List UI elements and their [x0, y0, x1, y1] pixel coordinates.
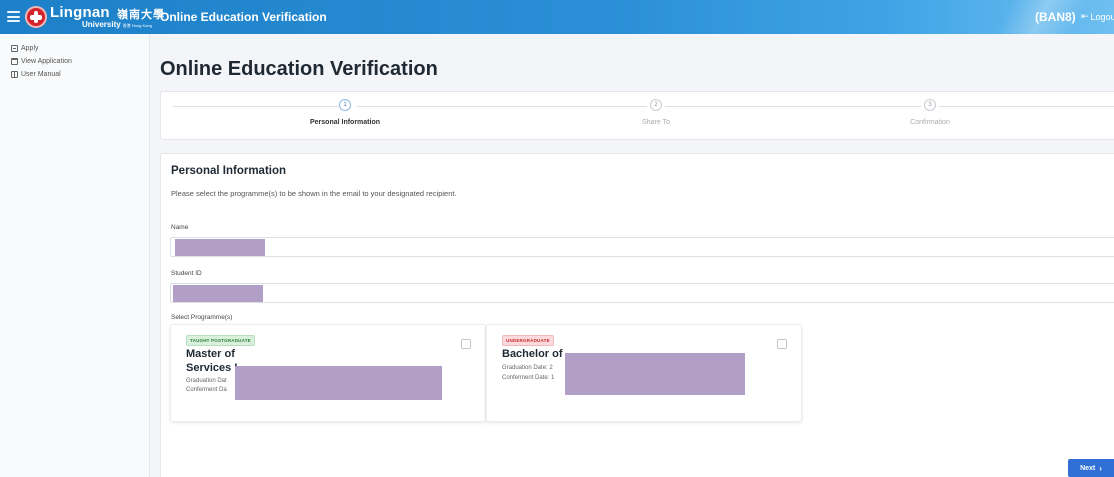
logo-subtitle-small: 香港 Hong Kong — [122, 23, 152, 28]
section-title: Personal Information — [171, 165, 287, 177]
step-confirmation: 3 Confirmation — [870, 92, 990, 126]
next-label: Next — [1080, 464, 1096, 472]
programme-checkbox[interactable] — [777, 339, 787, 349]
sidebar-item-label: Apply — [21, 45, 39, 52]
redacted-programme-details — [565, 353, 745, 395]
sidebar-item-user-manual[interactable]: User Manual — [0, 69, 149, 80]
sidebar: Apply View Application User Manual — [0, 34, 150, 477]
view-application-icon — [11, 58, 18, 65]
step-number: 1 — [339, 99, 351, 111]
redacted-name — [175, 239, 265, 256]
sidebar-item-label: User Manual — [21, 71, 61, 78]
conferment-date: Conferment Date: 1 — [502, 375, 555, 381]
logout-icon: ⇤ — [1081, 11, 1089, 21]
section-description: Please select the programme(s) to be sho… — [171, 189, 457, 198]
name-field[interactable] — [170, 237, 1114, 257]
student-id-label: Student ID — [171, 270, 202, 277]
name-label: Name — [171, 224, 189, 231]
app-title: Online Education Verification — [160, 10, 327, 24]
logout-label: Logou — [1090, 11, 1114, 22]
student-id-field[interactable] — [170, 283, 1114, 303]
university-logo-icon — [25, 6, 47, 28]
sidebar-item-label: View Application — [21, 58, 72, 65]
programme-level-badge: UNDERGRADUATE — [502, 335, 554, 346]
personal-information-card: Personal Information Please select the p… — [160, 153, 1114, 477]
logo-name: Lingnan — [50, 4, 110, 21]
user-code: (BAN8) — [1035, 10, 1076, 24]
page-title: Online Education Verification — [160, 58, 438, 80]
redacted-student-id — [173, 285, 263, 302]
stepper: 1 Personal Information 2 Share To 3 Conf… — [160, 91, 1114, 140]
conferment-date: Conferment Da — [186, 387, 227, 393]
sidebar-item-apply[interactable]: Apply — [0, 43, 149, 54]
step-label: Confirmation — [910, 119, 950, 126]
step-label: Share To — [642, 119, 670, 126]
user-manual-icon — [11, 71, 18, 78]
chevron-right-icon: › — [1099, 463, 1102, 473]
logo-subtitle: University 香港 Hong Kong — [82, 20, 152, 29]
step-number: 3 — [924, 99, 936, 111]
step-share-to: 2 Share To — [596, 92, 716, 126]
hamburger-menu-icon[interactable] — [7, 11, 20, 22]
step-personal-information: 1 Personal Information — [285, 92, 405, 126]
programme-checkbox[interactable] — [461, 339, 471, 349]
logout-button[interactable]: ⇤ Logou — [1081, 11, 1114, 22]
graduation-date: Graduation Date: 2 — [502, 365, 553, 371]
top-bar: Lingnan 嶺南大學 University 香港 Hong Kong Onli… — [0, 0, 1114, 34]
graduation-date: Graduation Dat — [186, 378, 227, 384]
apply-icon — [11, 45, 18, 52]
logo-subtitle-text: University — [82, 20, 121, 29]
step-number: 2 — [650, 99, 662, 111]
programme-title-line: Master of — [186, 348, 235, 360]
programme-card-undergraduate[interactable]: UNDERGRADUATE Bachelor of Graduation Dat… — [486, 324, 802, 422]
next-button[interactable]: Next › — [1068, 459, 1114, 477]
select-programmes-label: Select Programme(s) — [171, 314, 233, 321]
sidebar-item-view-application[interactable]: View Application — [0, 56, 149, 67]
programme-level-badge: TAUGHT POSTGRADUATE — [186, 335, 255, 346]
step-label: Personal Information — [309, 119, 380, 126]
programme-card-taught-postgraduate[interactable]: TAUGHT POSTGRADUATE Master of Services I… — [170, 324, 486, 422]
redacted-programme-details — [235, 366, 442, 400]
